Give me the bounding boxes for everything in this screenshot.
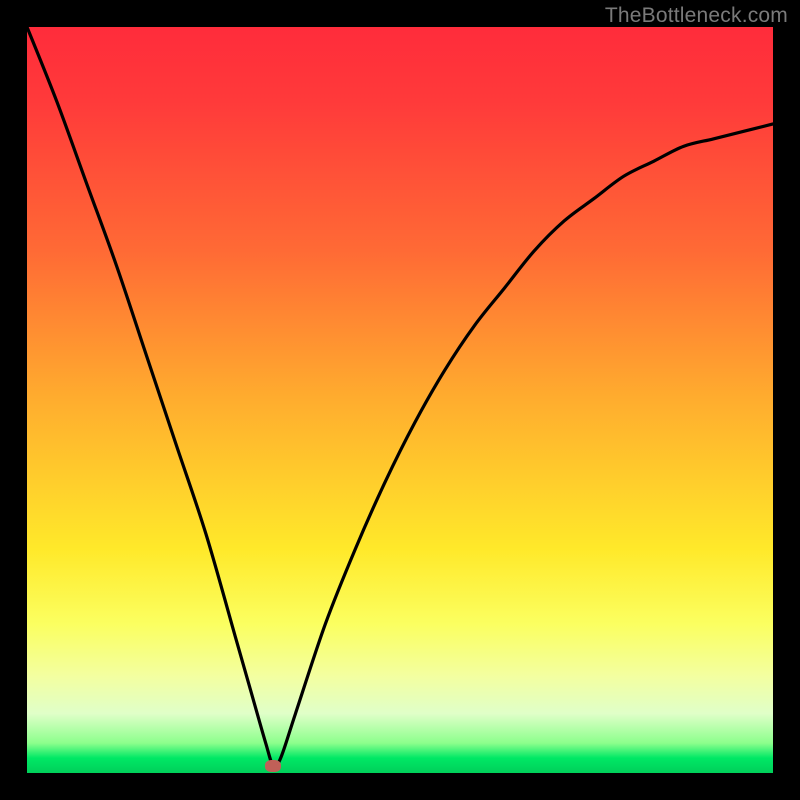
optimal-point-marker	[265, 760, 281, 772]
attribution-text: TheBottleneck.com	[605, 4, 788, 28]
chart-frame: TheBottleneck.com	[0, 0, 800, 800]
plot-area	[27, 27, 773, 773]
bottleneck-curve-path	[27, 27, 773, 767]
curve-svg	[27, 27, 773, 773]
